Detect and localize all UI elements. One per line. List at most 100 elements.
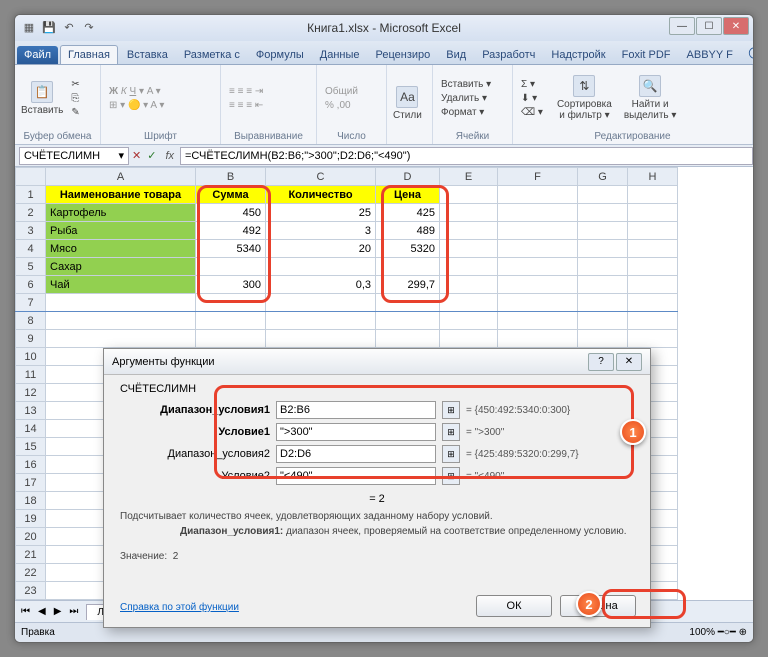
tab-abbyy[interactable]: ABBYY F xyxy=(680,46,740,64)
autosum-icon[interactable]: Σ ▾ xyxy=(517,78,547,91)
col-header[interactable]: D xyxy=(376,168,440,186)
row-header[interactable]: 14 xyxy=(16,420,46,438)
cell[interactable] xyxy=(498,186,578,204)
fx-icon[interactable]: fx xyxy=(165,150,174,162)
cell[interactable]: Картофель xyxy=(46,204,196,222)
cell[interactable] xyxy=(628,186,678,204)
tab-data[interactable]: Данные xyxy=(313,46,367,64)
row-header[interactable]: 15 xyxy=(16,438,46,456)
cell[interactable] xyxy=(578,204,628,222)
cell[interactable]: 20 xyxy=(266,240,376,258)
minimize-button[interactable]: — xyxy=(669,17,695,35)
cell[interactable] xyxy=(628,240,678,258)
col-header[interactable]: C xyxy=(266,168,376,186)
clear-icon[interactable]: ⌫ ▾ xyxy=(517,106,547,119)
cell[interactable] xyxy=(266,294,376,312)
close-button[interactable]: ✕ xyxy=(723,17,749,35)
cell[interactable]: Сахар xyxy=(46,258,196,276)
col-header[interactable]: H xyxy=(628,168,678,186)
copy-icon[interactable]: ⎘ xyxy=(67,92,83,105)
cell[interactable] xyxy=(266,312,376,330)
cell[interactable] xyxy=(578,222,628,240)
cell[interactable]: 425 xyxy=(376,204,440,222)
col-header[interactable]: G xyxy=(578,168,628,186)
range-select-icon[interactable]: ⊞ xyxy=(442,445,460,463)
row-header[interactable]: 7 xyxy=(16,294,46,312)
cell[interactable] xyxy=(266,258,376,276)
cell[interactable] xyxy=(578,312,628,330)
cell[interactable]: Наименование товара xyxy=(46,186,196,204)
row-header[interactable]: 18 xyxy=(16,492,46,510)
row-header[interactable]: 11 xyxy=(16,366,46,384)
tab-formulas[interactable]: Формулы xyxy=(249,46,311,64)
row-header[interactable]: 5 xyxy=(16,258,46,276)
cell[interactable]: Сумма xyxy=(196,186,266,204)
tab-insert[interactable]: Вставка xyxy=(120,46,175,64)
cell[interactable]: 300 xyxy=(196,276,266,294)
cell[interactable]: Рыба xyxy=(46,222,196,240)
cells-format[interactable]: Формат ▾ xyxy=(437,106,495,119)
maximize-button[interactable]: ☐ xyxy=(696,17,722,35)
cell[interactable] xyxy=(578,294,628,312)
cell[interactable] xyxy=(196,330,266,348)
col-header[interactable]: F xyxy=(498,168,578,186)
styles-button[interactable]: AaСтили xyxy=(391,84,424,123)
fill-icon[interactable]: ⬇ ▾ xyxy=(517,92,547,105)
tab-layout[interactable]: Разметка с xyxy=(177,46,247,64)
cell[interactable] xyxy=(498,330,578,348)
range-select-icon[interactable]: ⊞ xyxy=(442,401,460,419)
sheet-nav-first[interactable]: ⏮ xyxy=(21,606,30,617)
tab-review[interactable]: Рецензиро xyxy=(369,46,438,64)
cell[interactable] xyxy=(628,276,678,294)
row-header[interactable]: 20 xyxy=(16,528,46,546)
row-header[interactable]: 13 xyxy=(16,402,46,420)
cell[interactable] xyxy=(578,240,628,258)
help-icon[interactable]: ⓘ ▾ xyxy=(742,42,754,64)
cell[interactable] xyxy=(46,294,196,312)
col-header[interactable]: B xyxy=(196,168,266,186)
cell[interactable] xyxy=(628,294,678,312)
cell[interactable] xyxy=(440,330,498,348)
formula-input[interactable]: =СЧЁТЕСЛИМН(B2:B6;">300";D2:D6;"<490") xyxy=(180,147,753,165)
row-header[interactable]: 16 xyxy=(16,456,46,474)
cancel-formula-icon[interactable]: ✕ xyxy=(132,149,141,162)
row-header[interactable]: 21 xyxy=(16,546,46,564)
cell[interactable] xyxy=(376,258,440,276)
format-painter-icon[interactable]: ✎ xyxy=(67,106,83,119)
zoom-level[interactable]: 100% xyxy=(689,627,715,638)
cell[interactable] xyxy=(498,276,578,294)
cell[interactable]: 5320 xyxy=(376,240,440,258)
cut-icon[interactable]: ✂ xyxy=(67,78,83,91)
dialog-close-button[interactable]: ✕ xyxy=(616,353,642,371)
cell[interactable]: 299,7 xyxy=(376,276,440,294)
cell[interactable]: Цена xyxy=(376,186,440,204)
tab-addins[interactable]: Надстройк xyxy=(544,46,612,64)
dialog-help-button[interactable]: ? xyxy=(588,353,614,371)
cell[interactable] xyxy=(440,312,498,330)
cell[interactable] xyxy=(46,330,196,348)
arg-input-2[interactable] xyxy=(276,445,436,463)
dialog-titlebar[interactable]: Аргументы функции ?✕ xyxy=(104,349,650,375)
cell[interactable]: 489 xyxy=(376,222,440,240)
cell[interactable] xyxy=(440,222,498,240)
row-header[interactable]: 19 xyxy=(16,510,46,528)
row-header[interactable]: 10 xyxy=(16,348,46,366)
cell[interactable]: Количество xyxy=(266,186,376,204)
cell[interactable] xyxy=(376,294,440,312)
function-help-link[interactable]: Справка по этой функции xyxy=(120,602,239,613)
cell[interactable] xyxy=(628,222,678,240)
cell[interactable] xyxy=(628,258,678,276)
cell[interactable] xyxy=(440,240,498,258)
save-icon[interactable]: 💾 xyxy=(41,19,57,35)
sheet-nav-prev[interactable]: ◀ xyxy=(38,606,46,617)
col-header[interactable]: A xyxy=(46,168,196,186)
arg-input-3[interactable] xyxy=(276,467,436,485)
cell[interactable] xyxy=(498,240,578,258)
cell[interactable] xyxy=(196,258,266,276)
cell[interactable] xyxy=(628,312,678,330)
range-select-icon[interactable]: ⊞ xyxy=(442,423,460,441)
row-header[interactable]: 22 xyxy=(16,564,46,582)
cell[interactable]: 450 xyxy=(196,204,266,222)
cell[interactable] xyxy=(46,312,196,330)
cell[interactable]: 25 xyxy=(266,204,376,222)
